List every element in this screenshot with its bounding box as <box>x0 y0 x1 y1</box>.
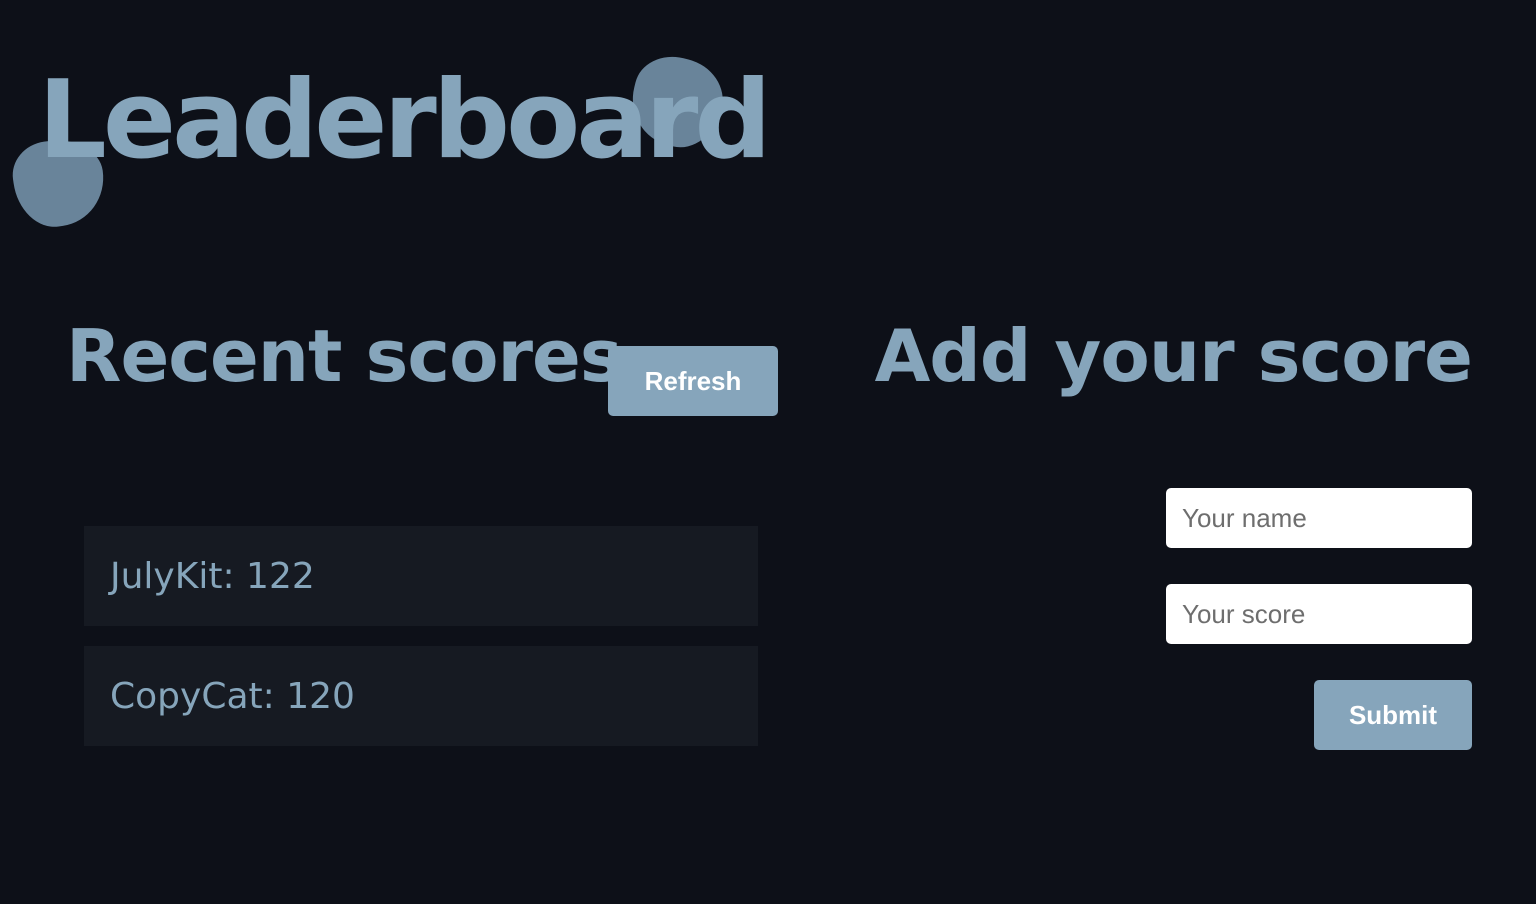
name-input[interactable] <box>1166 488 1472 548</box>
score-list-item: CopyCat: 120 <box>84 646 758 746</box>
score-input[interactable] <box>1166 584 1472 644</box>
add-score-heading: Add your score <box>874 314 1473 398</box>
score-list-item: JulyKit: 122 <box>84 526 758 626</box>
page-title: Leaderboard <box>38 58 772 183</box>
refresh-button[interactable]: Refresh <box>608 346 778 416</box>
recent-scores-heading: Recent scores <box>66 314 623 398</box>
submit-button[interactable]: Submit <box>1314 680 1472 750</box>
score-list: JulyKit: 122 CopyCat: 120 <box>84 526 758 766</box>
